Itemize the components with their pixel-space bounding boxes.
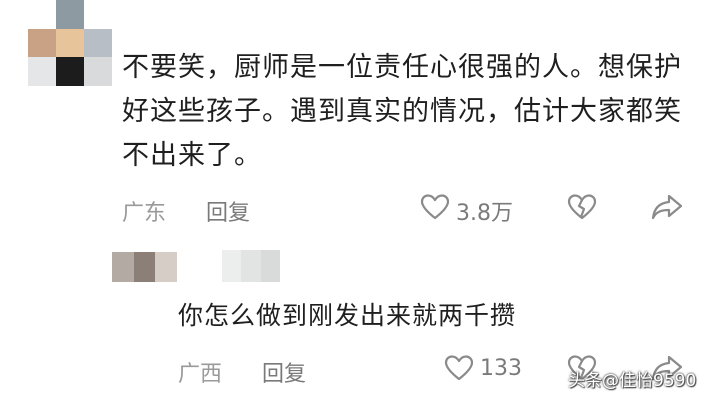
reply-location: 广西 <box>178 362 223 387</box>
heart-icon[interactable] <box>420 193 450 221</box>
share-arrow-icon[interactable] <box>650 193 684 221</box>
watermark: 头条@佳怡9590 <box>568 371 697 391</box>
reply-avatar[interactable] <box>112 252 198 282</box>
comment-location: 广东 <box>122 201 167 226</box>
reply-username[interactable] <box>222 250 280 282</box>
reply-text: 你怎么做到刚发出来就两千攒 <box>178 301 517 330</box>
comment-like-count: 3.8万 <box>456 201 513 226</box>
reply-like-count: 133 <box>480 356 522 381</box>
reply-reply-button[interactable]: 回复 <box>262 356 306 388</box>
heart-icon[interactable] <box>444 354 474 382</box>
broken-heart-icon[interactable] <box>567 193 597 221</box>
comment-reply-button[interactable]: 回复 <box>206 195 250 227</box>
avatar[interactable] <box>28 0 112 86</box>
comment-text: 不要笑，厨师是一位责任心很强的人。想保护好这些孩子。遇到真实的情况，估计大家都笑… <box>122 52 682 171</box>
